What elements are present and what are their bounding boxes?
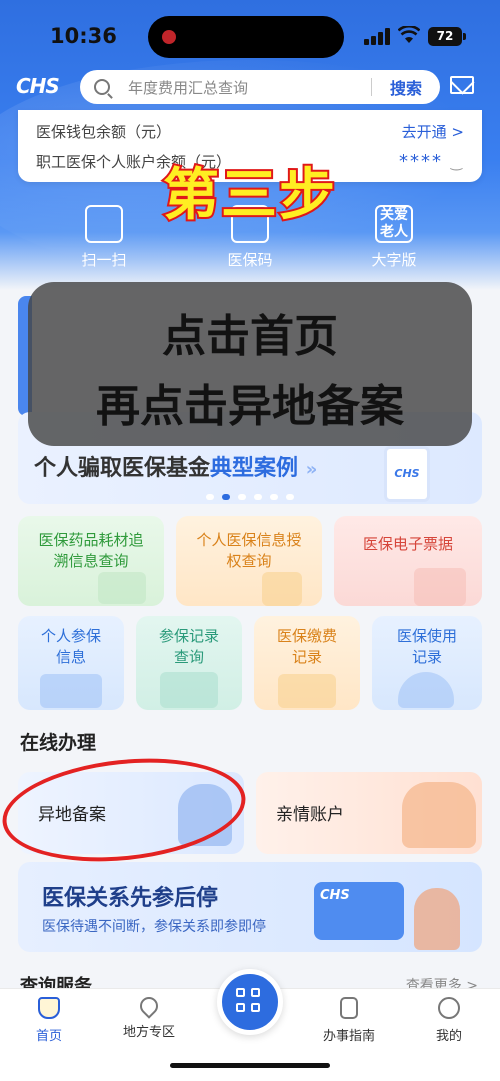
tab-label: 地方专区 (122, 1025, 175, 1040)
instruction-line-2: 再点击异地备案 (96, 381, 404, 432)
service-card-drug-trace[interactable]: 医保药品耗材追 溯信息查询 (18, 516, 164, 606)
open-wallet-link[interactable]: 去开通 > (402, 121, 464, 142)
clipboard-icon (160, 672, 218, 708)
eye-hidden-icon[interactable]: ‿ (451, 155, 464, 171)
id-card-icon (40, 674, 102, 708)
person-illustration-icon (414, 888, 460, 950)
receipt-icon (414, 568, 466, 606)
insurance-relation-banner[interactable]: 医保关系先参后停 医保待遇不间断，参保关系即参即停 CHS (18, 862, 482, 952)
relation-banner-subtitle: 医保待遇不间断，参保关系即参即停 (42, 919, 266, 935)
elderly-care-icon: 关爱老人 (375, 205, 413, 243)
status-time: 10:36 (50, 24, 117, 48)
family-account-label: 亲情账户 (276, 805, 344, 825)
wallet-icon (278, 674, 336, 708)
tab-label: 我的 (435, 1029, 462, 1044)
carousel-dot (206, 494, 214, 500)
phone-logo-icon: CHS (384, 446, 430, 502)
tab-label: 办事指南 (322, 1029, 375, 1044)
service-card-personal-insured[interactable]: 个人参保 信息 (18, 616, 124, 710)
cellular-signal-icon (364, 28, 390, 45)
tab-service-guide[interactable]: 办事指南 (304, 997, 394, 1044)
personal-account-value[interactable]: **** ‿ (399, 151, 464, 172)
carousel-dot-active (222, 494, 230, 500)
online-section-title: 在线办理 (20, 732, 97, 754)
family-illustration-icon (402, 782, 476, 848)
recording-dot-icon (162, 30, 176, 44)
insurance-card-icon: CHS (314, 882, 404, 940)
service-card-label: 医保使用 记录 (396, 627, 457, 666)
service-card-label: 参保记录 查询 (158, 627, 219, 666)
fraud-banner-text: 个人骗取医保基金典型案例 » (34, 456, 318, 481)
carousel-dots (206, 494, 294, 500)
service-card-payment-record[interactable]: 医保缴费 记录 (254, 616, 360, 710)
search-bar[interactable]: 年度费用汇总查询 搜索 (80, 70, 440, 104)
key-shield-icon (262, 572, 302, 606)
wifi-icon (398, 26, 420, 43)
service-card-info-auth[interactable]: 个人医保信息授 权查询 (176, 516, 322, 606)
scan-icon (85, 205, 123, 243)
barcode-icon (98, 572, 146, 604)
carousel-dot (270, 494, 278, 500)
wallet-balance-label: 医保钱包余额（元） (36, 122, 172, 141)
bottom-tab-bar: 首页 地方专区 办事指南 我的 (0, 969, 500, 1081)
status-bar: 10:36 72 (0, 0, 500, 70)
search-button[interactable]: 搜索 (372, 75, 440, 99)
home-shield-icon (38, 997, 60, 1019)
profile-icon (438, 997, 460, 1019)
quick-action-label: 大字版 (371, 251, 417, 269)
home-indicator (170, 1063, 330, 1068)
document-icon (340, 997, 358, 1019)
qr-scan-fab-icon[interactable] (217, 969, 283, 1035)
instruction-line-1: 点击首页 (162, 311, 338, 362)
search-icon (94, 79, 110, 95)
carousel-dot (254, 494, 262, 500)
quick-action-label: 医保码 (227, 251, 273, 269)
tab-profile[interactable]: 我的 (404, 997, 494, 1044)
tab-label: 首页 (35, 1029, 62, 1044)
family-account-card[interactable]: 亲情账户 (256, 772, 482, 854)
search-placeholder[interactable]: 年度费用汇总查询 (128, 77, 371, 98)
dynamic-island (148, 16, 344, 58)
service-card-usage-record[interactable]: 医保使用 记录 (372, 616, 482, 710)
service-card-label: 医保药品耗材追 溯信息查询 (38, 531, 144, 570)
carousel-dot (286, 494, 294, 500)
tab-home[interactable]: 首页 (4, 997, 94, 1044)
service-card-e-receipt[interactable]: 医保电子票据 (334, 516, 482, 606)
instruction-overlay: 点击首页 再点击异地备案 (28, 282, 472, 446)
service-card-label: 个人参保 信息 (40, 627, 101, 666)
service-card-label: 个人医保信息授 权查询 (196, 531, 302, 570)
relation-banner-title: 医保关系先参后停 (42, 886, 219, 911)
chs-logo: CHS (16, 74, 60, 98)
pie-chart-icon (398, 672, 454, 708)
service-card-label: 医保电子票据 (362, 535, 453, 553)
location-pin-icon (136, 993, 162, 1019)
service-card-label: 医保缴费 记录 (276, 627, 337, 666)
double-arrow-icon: » (305, 459, 318, 480)
tab-local-zone[interactable]: 地方专区 (104, 993, 194, 1040)
message-icon[interactable] (450, 76, 474, 94)
quick-action-label: 扫一扫 (81, 251, 127, 269)
battery-indicator: 72 (428, 27, 466, 46)
service-card-insured-record[interactable]: 参保记录 查询 (136, 616, 242, 710)
carousel-dot (238, 494, 246, 500)
step-caption: 第三步 (161, 161, 337, 230)
